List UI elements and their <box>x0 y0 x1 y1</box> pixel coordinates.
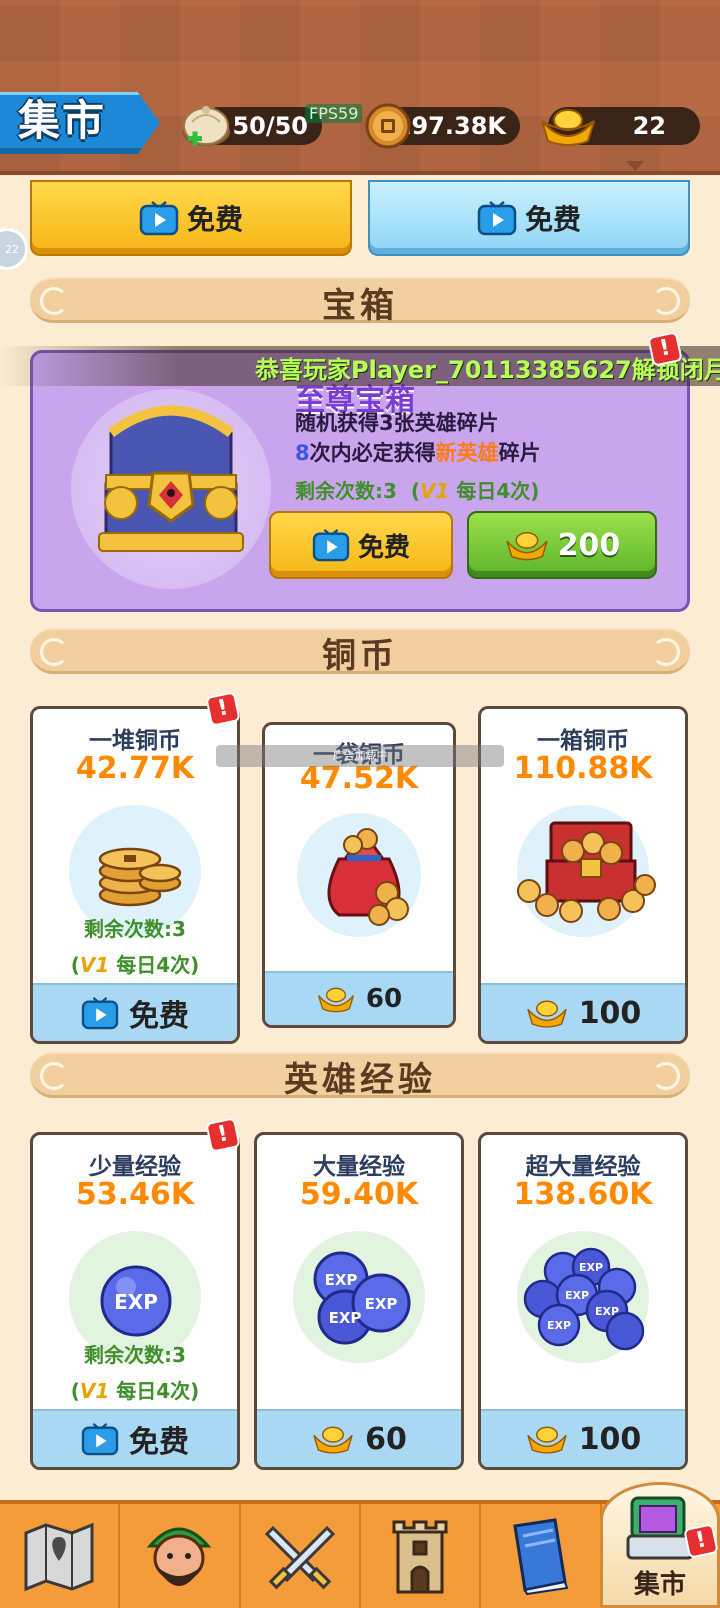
gold-ingot-icon <box>526 1000 567 1028</box>
exp-orb-icon: EXP <box>100 1265 172 1337</box>
item-amount: 138.60K <box>513 1177 653 1212</box>
hero-portrait-icon <box>147 1527 212 1586</box>
item-buy-button[interactable]: 100 <box>481 983 685 1041</box>
item-name: 一堆铜币 <box>89 728 181 754</box>
coin-pile-card[interactable]: 一堆铜币 42.77K 剩余次数:3 (V1 每日4次) 免费 <box>30 706 240 1044</box>
free-label: 免费 <box>186 203 243 236</box>
market-stall-icon <box>626 1496 694 1560</box>
free-label: 免费 <box>357 532 410 563</box>
gold-ingot-icon <box>541 109 595 146</box>
castle-tower-icon <box>392 1520 448 1594</box>
item-free-button[interactable]: 免费 <box>33 983 237 1041</box>
video-icon <box>477 201 517 236</box>
free-label: 免费 <box>524 203 581 236</box>
chest-free-button[interactable]: 免费 <box>269 511 453 579</box>
crossed-swords-icon <box>264 1525 335 1590</box>
alert-badge-nav-market: ! <box>683 1523 719 1559</box>
side-float-button[interactable]: 22 <box>0 228 28 270</box>
resource-dropdown-arrow[interactable] <box>626 161 644 171</box>
coin-chest-icon <box>517 821 656 923</box>
chest-price: 200 <box>557 527 621 563</box>
alert-badge-chest: ! <box>647 331 683 367</box>
exp-orbs-pile-icon: EXP EXP EXP EXP <box>523 1247 645 1351</box>
video-icon <box>81 996 119 1030</box>
alert-badge-coin-pile: ! <box>205 691 241 727</box>
book-icon <box>513 1518 569 1596</box>
stamina-value: 50/50 <box>232 112 308 140</box>
gold-ingot-icon <box>317 987 354 1013</box>
gold-ingot-icon <box>313 1426 353 1454</box>
section-title-coins: 铜币 <box>322 636 398 676</box>
svg-text:EXP: EXP <box>325 1271 358 1289</box>
svg-text:EXP: EXP <box>565 1289 589 1302</box>
fps-counter: FPS59 <box>305 104 363 123</box>
chest-desc-2: 8次内必定获得新英雄碎片 <box>295 441 541 465</box>
item-price: 100 <box>578 1421 642 1457</box>
gold-ingot-icon <box>526 1426 567 1454</box>
item-amount: 110.88K <box>513 751 653 786</box>
gold-value: 22 <box>632 112 666 140</box>
item-vip-limit: (V1 每日4次) <box>70 1379 200 1403</box>
ad-loading-bar: 广告加载中 <box>216 745 504 767</box>
announcement-ticker: 恭喜玩家Player_70113385627解锁闭月 <box>0 346 720 386</box>
item-name: 大量经验 <box>313 1154 405 1180</box>
nav-battle[interactable] <box>241 1504 361 1608</box>
gold-ingot-icon <box>506 531 548 561</box>
item-price: 60 <box>365 984 403 1014</box>
map-icon <box>24 1522 94 1592</box>
nav-map[interactable] <box>0 1504 121 1608</box>
treasure-chest-icon <box>98 405 244 552</box>
item-name: 一箱铜币 <box>537 728 629 754</box>
item-remaining: 剩余次数:3 <box>84 1343 186 1367</box>
video-icon <box>312 528 350 562</box>
coin-bag-card[interactable]: 一袋铜币 47.52K 60 <box>262 722 456 1028</box>
item-remaining: 剩余次数:3 <box>84 917 186 941</box>
svg-text:EXP: EXP <box>329 1309 362 1327</box>
item-price: 免费 <box>129 1425 189 1460</box>
bun-icon <box>182 106 230 146</box>
nav-castle[interactable] <box>361 1504 482 1608</box>
chest-desc-1: 随机获得3张英雄碎片 <box>295 411 499 435</box>
chest-buy-button[interactable]: 200 <box>467 511 657 579</box>
small-exp-card[interactable]: 少量经验 53.46K EXP 剩余次数:3 (V1 每日4次) 免费 <box>30 1132 240 1470</box>
item-price: 100 <box>578 995 642 1031</box>
huge-exp-card[interactable]: 超大量经验 138.60K EXP EXP EXP EXP 100 <box>478 1132 688 1470</box>
alert-badge-small-exp: ! <box>205 1117 241 1153</box>
item-name: 超大量经验 <box>525 1154 641 1180</box>
item-amount: 59.40K <box>299 1177 419 1212</box>
nav-heroes[interactable] <box>120 1504 241 1608</box>
item-buy-button[interactable]: 60 <box>265 971 453 1025</box>
supreme-chest-card: 至尊宝箱 随机获得3张英雄碎片 8次内必定获得新英雄碎片 剩余次数:3 (V1 … <box>30 350 690 612</box>
item-amount: 42.77K <box>75 751 195 786</box>
item-buy-button[interactable]: 100 <box>481 1409 685 1467</box>
item-price: 免费 <box>129 999 189 1034</box>
video-icon <box>139 201 179 236</box>
item-buy-button[interactable]: 60 <box>257 1409 461 1467</box>
svg-text:EXP: EXP <box>365 1295 398 1313</box>
svg-text:EXP: EXP <box>595 1305 619 1318</box>
item-vip-limit: (V1 每日4次) <box>70 953 200 977</box>
svg-text:EXP: EXP <box>547 1319 571 1332</box>
svg-text:EXP: EXP <box>579 1261 603 1274</box>
coin-stack-icon <box>98 847 182 907</box>
copper-coin-icon <box>365 103 411 149</box>
page-title: 集市 <box>18 96 107 145</box>
item-free-button[interactable]: 免费 <box>33 1409 237 1467</box>
nav-book[interactable] <box>481 1504 602 1608</box>
exp-orbs-icon: EXP EXP EXP <box>313 1251 411 1345</box>
section-title-exp: 英雄经验 <box>284 1060 436 1100</box>
svg-text:EXP: EXP <box>114 1290 158 1314</box>
nav-market-label: 集市 <box>633 1570 686 1600</box>
coin-bag-icon <box>327 828 409 926</box>
video-icon <box>81 1422 119 1456</box>
section-title-chest: 宝箱 <box>322 286 398 326</box>
item-amount: 53.46K <box>75 1177 195 1212</box>
free-button-top-left[interactable]: 免费 <box>30 180 352 256</box>
chest-remaining: 剩余次数:3 (V1 每日4次) <box>295 479 540 503</box>
item-price: 60 <box>365 1421 407 1457</box>
large-exp-card[interactable]: 大量经验 59.40K EXP EXP EXP 60 <box>254 1132 464 1470</box>
item-name: 少量经验 <box>89 1154 181 1180</box>
coin-chest-card[interactable]: 一箱铜币 110.88K 100 <box>478 706 688 1044</box>
free-button-top-right[interactable]: 免费 <box>368 180 690 256</box>
